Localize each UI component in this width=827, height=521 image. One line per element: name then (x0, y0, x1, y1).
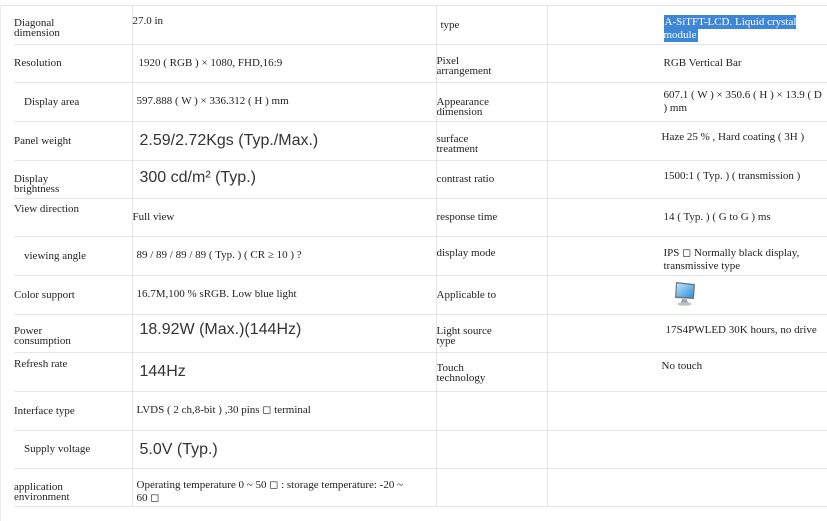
label-display-mode: display mode (435, 236, 547, 276)
label-appearance-dimension: Appearance dimension (435, 82, 547, 122)
value-resolution: 1920 ( RGB ) × 1080, FHD,16:9 (131, 44, 436, 83)
table-row: Supply voltage 5.0V (Typ.) (14, 430, 827, 469)
table-row: Resolution 1920 ( RGB ) × 1080, FHD,16:9… (14, 44, 827, 83)
value-response-time: 14 ( Typ. ) ( G to G ) ms (546, 198, 827, 237)
label-diagonal-dimension: Diagonal dimension (14, 6, 132, 45)
label-surface-treatment: surface treatment (435, 121, 547, 161)
label-display-area: Display area (14, 82, 132, 122)
label-display-brightness: Display brightness (14, 160, 132, 199)
value-applicable-to (546, 275, 827, 315)
value-power-consumption: 18.92W (Max.)(144Hz) (131, 314, 436, 353)
value-interface-type: LVDS ( 2 ch,8-bit ) ,30 pins ◻ terminal (131, 391, 436, 431)
value-light-source-type: 17S4PWLED 30K hours, no drive (546, 314, 827, 353)
table-row: Panel weight 2.59/2.72Kgs (Typ./Max.) su… (14, 121, 827, 161)
label-applicable-to: Applicable to (435, 275, 547, 315)
value-color-support: 16.7M,100 % sRGB. Low blue light (131, 275, 436, 315)
table-row: Power consumption 18.92W (Max.)(144Hz) L… (14, 314, 827, 353)
table-row: Refresh rate 144Hz Touch technology No t… (14, 352, 827, 392)
label-power-consumption: Power consumption (14, 314, 132, 353)
label-supply-voltage: Supply voltage (14, 430, 132, 469)
table-row: Diagonal dimension 27.0 in type A-SiTFT-… (14, 6, 827, 45)
table-row: viewing angle 89 / 89 / 89 / 89 ( Typ. )… (14, 236, 827, 276)
label-viewing-angle: viewing angle (14, 236, 132, 276)
specification-table: Diagonal dimension 27.0 in type A-SiTFT-… (14, 6, 827, 507)
value-refresh-rate: 144Hz (131, 352, 436, 392)
value-application-environment: Operating temperature 0 ~ 50 ◻ : storage… (131, 468, 436, 507)
empty-cell (546, 468, 827, 507)
value-panel-weight: 2.59/2.72Kgs (Typ./Max.) (131, 121, 436, 161)
label-pixel-arrangement: Pixel arrangement (435, 44, 547, 83)
value-display-brightness: 300 cd/m² (Typ.) (131, 160, 436, 199)
label-refresh-rate: Refresh rate (14, 352, 132, 392)
value-supply-voltage: 5.0V (Typ.) (131, 430, 436, 469)
value-diagonal-dimension: 27.0 in (131, 6, 436, 45)
value-contrast-ratio: 1500:1 ( Typ. ) ( transmission ) (546, 160, 827, 199)
table-row: Display area 597.888 ( W ) × 336.312 ( H… (14, 82, 827, 122)
table-row: Display brightness 300 cd/m² (Typ.) cont… (14, 160, 827, 199)
empty-cell (435, 430, 547, 469)
value-appearance-dimension: 607.1 ( W ) × 350.6 ( H ) × 13.9 ( D ) m… (546, 82, 827, 122)
empty-cell (546, 391, 827, 431)
empty-cell (546, 430, 827, 469)
label-contrast-ratio: contrast ratio (435, 160, 547, 199)
label-application-environment: application environment (14, 468, 132, 507)
label-interface-type: Interface type (14, 391, 132, 431)
value-surface-treatment: Haze 25 % , Hard coating ( 3H ) (546, 121, 827, 161)
label-response-time: response time (435, 198, 547, 237)
spec-sheet: Diagonal dimension 27.0 in type A-SiTFT-… (0, 0, 827, 521)
empty-cell (435, 468, 547, 507)
value-display-mode: IPS ◻ Normally black display, transmissi… (546, 236, 827, 276)
table-row: Color support 16.7M,100 % sRGB. Low blue… (14, 275, 827, 315)
label-panel-weight: Panel weight (14, 121, 132, 161)
label-resolution: Resolution (14, 44, 132, 83)
selected-text[interactable]: A-SiTFT-LCD. Liquid crystal module (663, 15, 797, 42)
value-pixel-arrangement: RGB Vertical Bar (546, 44, 827, 83)
left-border (0, 5, 1, 521)
table-row: View direction Full view response time 1… (14, 198, 827, 237)
table-row: application environment Operating temper… (14, 468, 827, 507)
label-light-source-type: Light source type (435, 314, 547, 353)
label-color-support: Color support (14, 275, 132, 315)
table-row: Interface type LVDS ( 2 ch,8-bit ) ,30 p… (14, 391, 827, 431)
label-type: type (435, 6, 547, 45)
empty-cell (435, 391, 547, 431)
value-view-direction: Full view (131, 198, 436, 237)
monitor-icon (672, 278, 698, 312)
value-display-area: 597.888 ( W ) × 336.312 ( H ) mm (131, 82, 436, 122)
label-touch-technology: Touch technology (435, 352, 547, 392)
value-type: A-SiTFT-LCD. Liquid crystal module (546, 6, 827, 45)
value-viewing-angle: 89 / 89 / 89 / 89 ( Typ. ) ( CR ≥ 10 ) ? (131, 236, 436, 276)
value-touch-technology: No touch (546, 352, 827, 392)
label-view-direction: View direction (14, 198, 132, 237)
